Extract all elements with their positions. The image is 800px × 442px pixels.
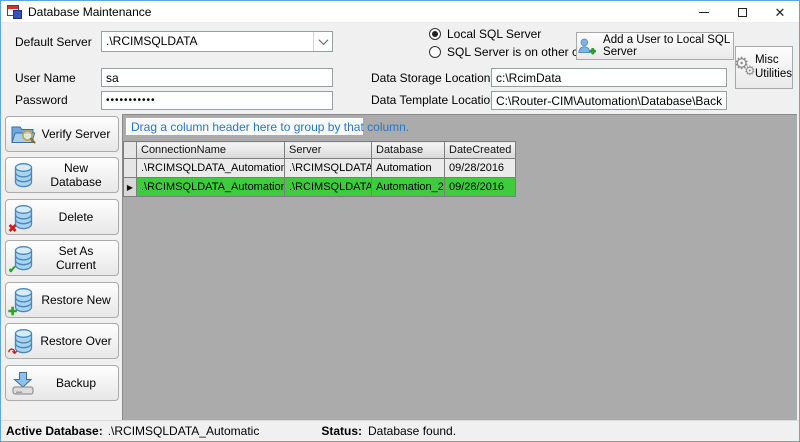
data-storage-location-label: Data Storage Location [371, 71, 491, 85]
minimize-button[interactable] [685, 1, 723, 23]
row-selector-cell[interactable] [123, 158, 137, 178]
row-selector-cell[interactable]: ▶ [123, 177, 137, 197]
add-user-button[interactable]: Add a User to Local SQL Server [576, 32, 734, 60]
database-maintenance-window: Database Maintenance ✕ Default Server .\… [0, 0, 800, 442]
active-database-label: Active Database: [6, 423, 103, 438]
verify-server-icon [6, 122, 40, 146]
red-x-icon: ✖ [8, 222, 18, 235]
table-cell[interactable]: Automation_2017 [371, 177, 445, 197]
radio-local-sql-server[interactable]: Local SQL Server [429, 27, 541, 41]
misc-utilities-label: Misc Utilities [754, 54, 792, 80]
password-input[interactable] [101, 91, 333, 110]
backup-button[interactable]: Backup [5, 365, 119, 401]
red-curved-arrow-icon: ↷ [8, 346, 18, 359]
active-database-value: .\RCIMSQLDATA_Automatic [107, 423, 260, 438]
database-icon [6, 162, 40, 189]
delete-label: Delete [58, 210, 94, 224]
group-by-hint[interactable]: Drag a column header here to group by th… [126, 118, 409, 135]
add-user-button-label: Add a User to Local SQL Server [603, 34, 730, 58]
new-database-button[interactable]: New Database [5, 157, 119, 193]
maximize-icon [737, 7, 747, 17]
app-icon [7, 4, 22, 19]
backup-drive-icon [6, 370, 40, 396]
column-header-datecreated[interactable]: DateCreated [444, 141, 516, 159]
verify-server-button[interactable]: Verify Server [5, 116, 119, 152]
data-storage-location-input[interactable] [491, 68, 727, 87]
green-plus-icon: ✚ [8, 305, 18, 318]
gears-icon: ⚙ ⚙ [734, 53, 756, 78]
data-template-location-label: Data Template Location [371, 93, 497, 107]
database-check-icon: ✔ [6, 245, 40, 275]
restore-new-label: Restore New [41, 293, 111, 307]
window-title: Database Maintenance [28, 4, 152, 19]
table-row-selected[interactable]: ▶ .\RCIMSQLDATA_Automation_2017 .\RCIMSQ… [123, 177, 516, 197]
row-selector-header [123, 141, 137, 159]
default-server-value: .\RCIMSQLDATA [106, 34, 198, 48]
status-bar: Active Database: .\RCIMSQLDATA_Automatic… [1, 420, 799, 440]
connections-table: ConnectionName Server Database DateCreat… [123, 141, 516, 197]
database-grid: Drag a column header here to group by th… [122, 114, 797, 420]
default-server-combobox[interactable]: .\RCIMSQLDATA [101, 31, 333, 52]
misc-utilities-button[interactable]: ⚙ ⚙ Misc Utilities [734, 46, 793, 89]
backup-label: Backup [55, 376, 97, 390]
restore-over-button[interactable]: ↷ Restore Over [5, 323, 119, 359]
data-template-location-input[interactable] [491, 91, 727, 110]
table-cell[interactable]: 09/28/2016 [444, 158, 516, 178]
close-icon: ✕ [774, 4, 786, 20]
column-header-database[interactable]: Database [371, 141, 445, 159]
set-as-current-label: Set As Current [55, 244, 96, 272]
restore-over-label: Restore Over [40, 334, 112, 348]
status-label: Status: [321, 423, 362, 438]
close-button[interactable]: ✕ [761, 1, 799, 23]
default-server-label: Default Server [15, 35, 92, 49]
user-name-input[interactable] [101, 68, 333, 87]
table-cell[interactable]: 09/28/2016 [444, 177, 516, 197]
radio-selected-icon [429, 28, 441, 40]
new-database-label: New Database [50, 161, 102, 189]
radio-unselected-icon [429, 46, 441, 58]
table-cell[interactable]: .\RCIMSQLDATA_Automation_2017 [136, 177, 285, 197]
default-server-dropdown-button[interactable] [313, 32, 332, 51]
table-cell[interactable]: .\RCIMSQLDATA_Automation [136, 158, 285, 178]
table-row[interactable]: .\RCIMSQLDATA_Automation .\RCIMSQLDATA A… [123, 158, 516, 178]
restore-new-button[interactable]: ✚ Restore New [5, 282, 119, 318]
delete-button[interactable]: ✖ Delete [5, 199, 119, 235]
verify-server-label: Verify Server [41, 127, 111, 141]
column-header-server[interactable]: Server [284, 141, 372, 159]
window-controls: ✕ [685, 1, 799, 23]
table-cell[interactable]: Automation [371, 158, 445, 178]
table-header-row: ConnectionName Server Database DateCreat… [123, 141, 516, 159]
table-cell[interactable]: .\RCIMSQLDATA [284, 158, 372, 178]
radio-local-label: Local SQL Server [447, 27, 542, 41]
database-delete-icon: ✖ [6, 204, 40, 234]
set-as-current-button[interactable]: ✔ Set As Current [5, 240, 119, 276]
status-value: Database found. [367, 423, 457, 438]
column-header-connectionname[interactable]: ConnectionName [136, 141, 285, 159]
add-user-icon [578, 38, 596, 55]
password-label: Password [15, 93, 68, 107]
user-name-label: User Name [15, 71, 76, 85]
titlebar: Database Maintenance ✕ [1, 1, 799, 23]
chevron-down-icon [318, 35, 328, 46]
green-check-icon: ✔ [8, 263, 18, 276]
maximize-button[interactable] [723, 1, 761, 23]
database-plus-icon: ✚ [6, 287, 40, 317]
database-restore-icon: ↷ [6, 328, 40, 358]
table-cell[interactable]: .\RCIMSQLDATA [284, 177, 372, 197]
minimize-icon [699, 11, 709, 13]
current-row-arrow-icon: ▶ [126, 183, 134, 192]
